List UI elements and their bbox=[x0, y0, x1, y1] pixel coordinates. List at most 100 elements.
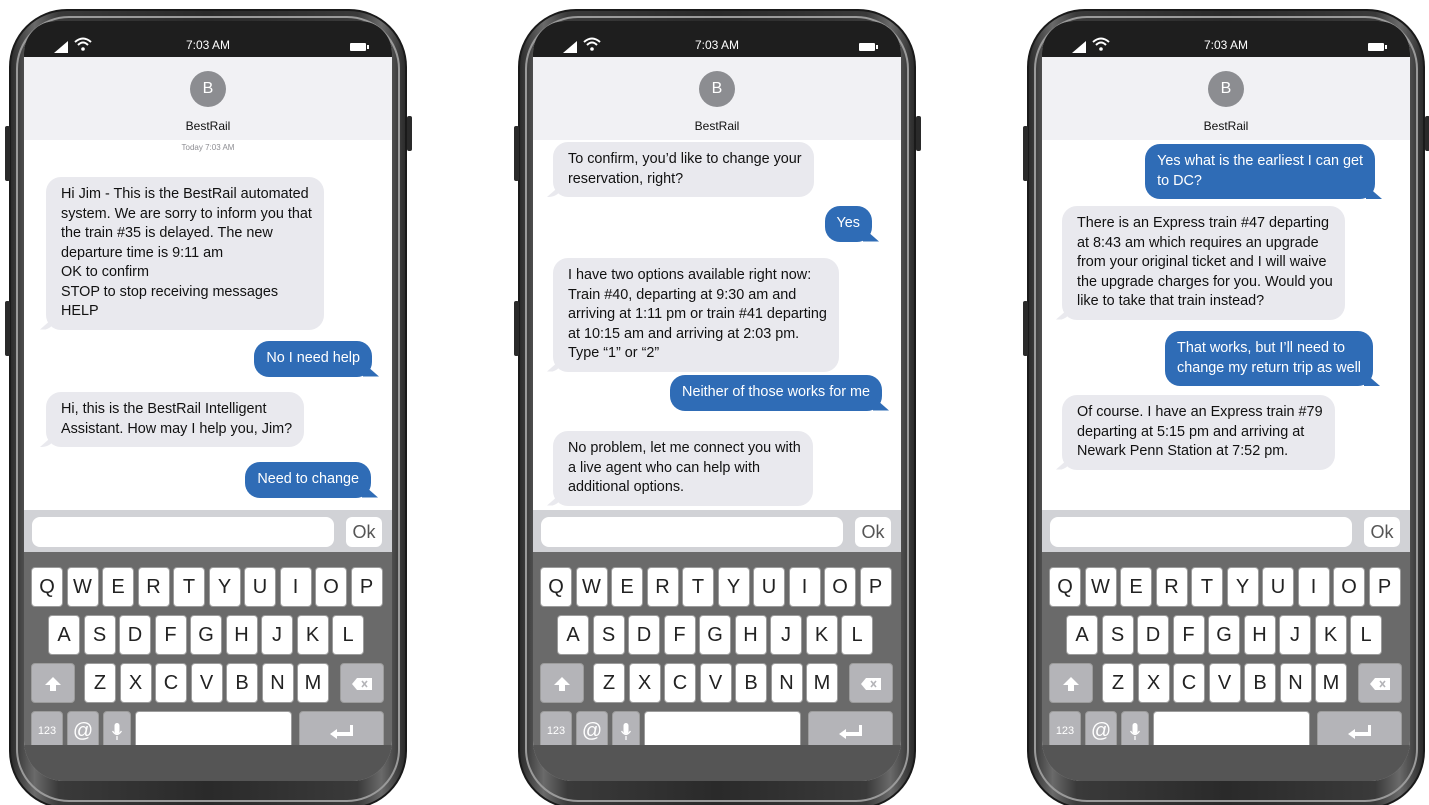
key-a[interactable]: A bbox=[1066, 615, 1098, 655]
side-button[interactable] bbox=[916, 116, 921, 151]
side-button[interactable] bbox=[407, 116, 412, 151]
key-w[interactable]: W bbox=[66, 567, 99, 607]
key-l[interactable]: L bbox=[332, 615, 364, 655]
key-v[interactable]: V bbox=[1208, 663, 1241, 703]
key-x[interactable]: X bbox=[628, 663, 661, 703]
shift-key[interactable] bbox=[31, 663, 75, 703]
key-t[interactable]: T bbox=[682, 567, 714, 607]
backspace-key[interactable] bbox=[340, 663, 384, 703]
key-k[interactable]: K bbox=[805, 615, 838, 655]
key-k[interactable]: K bbox=[296, 615, 329, 655]
avatar[interactable]: B bbox=[1208, 71, 1244, 107]
key-d[interactable]: D bbox=[119, 615, 151, 655]
key-j[interactable]: J bbox=[261, 615, 293, 655]
message-thread[interactable]: Yes what is the earliest I can get to DC… bbox=[1042, 140, 1410, 510]
key-z[interactable]: Z bbox=[84, 663, 116, 703]
key-y[interactable]: Y bbox=[208, 567, 241, 607]
key-p[interactable]: P bbox=[350, 567, 383, 607]
key-x[interactable]: X bbox=[119, 663, 152, 703]
key-a[interactable]: A bbox=[557, 615, 589, 655]
key-s[interactable]: S bbox=[592, 615, 625, 655]
side-button[interactable] bbox=[514, 301, 519, 356]
key-i[interactable]: I bbox=[1297, 567, 1330, 607]
key-f[interactable]: F bbox=[663, 615, 696, 655]
key-j[interactable]: J bbox=[1279, 615, 1311, 655]
key-r[interactable]: R bbox=[1155, 567, 1188, 607]
key-h[interactable]: H bbox=[734, 615, 767, 655]
key-o[interactable]: O bbox=[824, 567, 856, 607]
backspace-key[interactable] bbox=[849, 663, 893, 703]
key-c[interactable]: C bbox=[1173, 663, 1205, 703]
side-button[interactable] bbox=[1425, 116, 1429, 151]
key-u[interactable]: U bbox=[244, 567, 276, 607]
key-g[interactable]: G bbox=[1208, 615, 1240, 655]
key-q[interactable]: Q bbox=[540, 567, 572, 607]
side-button[interactable] bbox=[5, 126, 10, 181]
message-input[interactable] bbox=[1050, 517, 1352, 547]
avatar[interactable]: B bbox=[190, 71, 226, 107]
key-s[interactable]: S bbox=[83, 615, 116, 655]
key-w[interactable]: W bbox=[1084, 567, 1117, 607]
key-n[interactable]: N bbox=[1279, 663, 1312, 703]
avatar[interactable]: B bbox=[699, 71, 735, 107]
message-input[interactable] bbox=[32, 517, 334, 547]
key-f[interactable]: F bbox=[154, 615, 187, 655]
key-t[interactable]: T bbox=[173, 567, 205, 607]
message-input[interactable] bbox=[541, 517, 843, 547]
key-u[interactable]: U bbox=[753, 567, 785, 607]
key-n[interactable]: N bbox=[261, 663, 294, 703]
key-p[interactable]: P bbox=[1368, 567, 1401, 607]
key-r[interactable]: R bbox=[646, 567, 679, 607]
key-p[interactable]: P bbox=[859, 567, 892, 607]
key-m[interactable]: M bbox=[806, 663, 838, 703]
key-i[interactable]: I bbox=[279, 567, 312, 607]
key-v[interactable]: V bbox=[190, 663, 223, 703]
key-e[interactable]: E bbox=[611, 567, 643, 607]
key-l[interactable]: L bbox=[1350, 615, 1382, 655]
ok-send-button[interactable]: Ok bbox=[346, 517, 382, 547]
key-m[interactable]: M bbox=[297, 663, 329, 703]
side-button[interactable] bbox=[1023, 126, 1028, 181]
key-s[interactable]: S bbox=[1101, 615, 1134, 655]
backspace-key[interactable] bbox=[1358, 663, 1402, 703]
key-m[interactable]: M bbox=[1315, 663, 1347, 703]
key-t[interactable]: T bbox=[1191, 567, 1223, 607]
key-h[interactable]: H bbox=[225, 615, 258, 655]
key-k[interactable]: K bbox=[1314, 615, 1347, 655]
key-i[interactable]: I bbox=[788, 567, 821, 607]
key-l[interactable]: L bbox=[841, 615, 873, 655]
key-e[interactable]: E bbox=[102, 567, 134, 607]
key-n[interactable]: N bbox=[770, 663, 803, 703]
key-f[interactable]: F bbox=[1172, 615, 1205, 655]
shift-key[interactable] bbox=[540, 663, 584, 703]
key-z[interactable]: Z bbox=[593, 663, 625, 703]
key-u[interactable]: U bbox=[1262, 567, 1294, 607]
key-j[interactable]: J bbox=[770, 615, 802, 655]
key-x[interactable]: X bbox=[1137, 663, 1170, 703]
key-c[interactable]: C bbox=[664, 663, 696, 703]
side-button[interactable] bbox=[514, 126, 519, 181]
key-b[interactable]: B bbox=[1244, 663, 1276, 703]
key-z[interactable]: Z bbox=[1102, 663, 1134, 703]
side-button[interactable] bbox=[1023, 301, 1028, 356]
key-h[interactable]: H bbox=[1243, 615, 1276, 655]
ok-send-button[interactable]: Ok bbox=[855, 517, 891, 547]
key-c[interactable]: C bbox=[155, 663, 187, 703]
key-r[interactable]: R bbox=[137, 567, 170, 607]
key-b[interactable]: B bbox=[735, 663, 767, 703]
key-b[interactable]: B bbox=[226, 663, 258, 703]
key-w[interactable]: W bbox=[575, 567, 608, 607]
key-d[interactable]: D bbox=[1137, 615, 1169, 655]
message-thread[interactable]: To confirm, you’d like to change your re… bbox=[533, 140, 901, 510]
key-a[interactable]: A bbox=[48, 615, 80, 655]
key-e[interactable]: E bbox=[1120, 567, 1152, 607]
key-y[interactable]: Y bbox=[717, 567, 750, 607]
message-thread[interactable]: Today 7:03 AM Hi Jim - This is the BestRa… bbox=[24, 140, 392, 510]
side-button[interactable] bbox=[5, 301, 10, 356]
key-o[interactable]: O bbox=[315, 567, 347, 607]
key-q[interactable]: Q bbox=[1049, 567, 1081, 607]
shift-key[interactable] bbox=[1049, 663, 1093, 703]
key-d[interactable]: D bbox=[628, 615, 660, 655]
key-g[interactable]: G bbox=[699, 615, 731, 655]
key-o[interactable]: O bbox=[1333, 567, 1365, 607]
